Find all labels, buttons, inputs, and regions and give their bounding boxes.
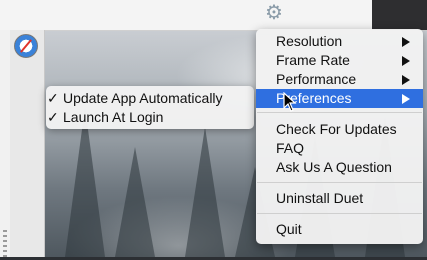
check-icon: ✓	[47, 90, 59, 106]
window-top-bar: ⚙	[0, 0, 427, 31]
menu-item-quit[interactable]: Quit	[256, 220, 423, 239]
menu-item-resolution[interactable]: Resolution	[256, 32, 423, 51]
status-menu: Resolution Frame Rate Performance Prefer…	[256, 29, 423, 244]
resize-handle[interactable]	[3, 230, 7, 260]
menu-item-faq[interactable]: FAQ	[256, 139, 423, 158]
menu-item-uninstall-duet[interactable]: Uninstall Duet	[256, 189, 423, 208]
dock	[10, 30, 45, 257]
submenu-item-update-app-automatically[interactable]: ✓ Update App Automatically	[46, 88, 254, 108]
check-icon: ✓	[47, 109, 59, 125]
submenu-item-launch-at-login[interactable]: ✓ Launch At Login	[46, 107, 254, 127]
preferences-submenu: ✓ Update App Automatically ✓ Launch At L…	[46, 86, 254, 129]
menu-separator	[257, 213, 422, 214]
mouse-cursor-icon	[283, 92, 297, 112]
menu-item-frame-rate[interactable]: Frame Rate	[256, 51, 423, 70]
menu-separator	[257, 112, 422, 113]
chevron-right-icon	[402, 37, 410, 47]
chevron-right-icon	[402, 56, 410, 66]
menu-item-preferences[interactable]: Preferences	[256, 89, 423, 108]
gear-icon[interactable]: ⚙	[263, 2, 285, 24]
safari-icon[interactable]	[14, 34, 38, 58]
menu-separator	[257, 182, 422, 183]
menu-item-ask-us-a-question[interactable]: Ask Us A Question	[256, 158, 423, 177]
chevron-right-icon	[402, 75, 410, 85]
menu-item-check-for-updates[interactable]: Check For Updates	[256, 120, 423, 139]
menu-item-performance[interactable]: Performance	[256, 70, 423, 89]
chevron-right-icon	[402, 94, 410, 104]
dark-panel	[372, 0, 427, 30]
